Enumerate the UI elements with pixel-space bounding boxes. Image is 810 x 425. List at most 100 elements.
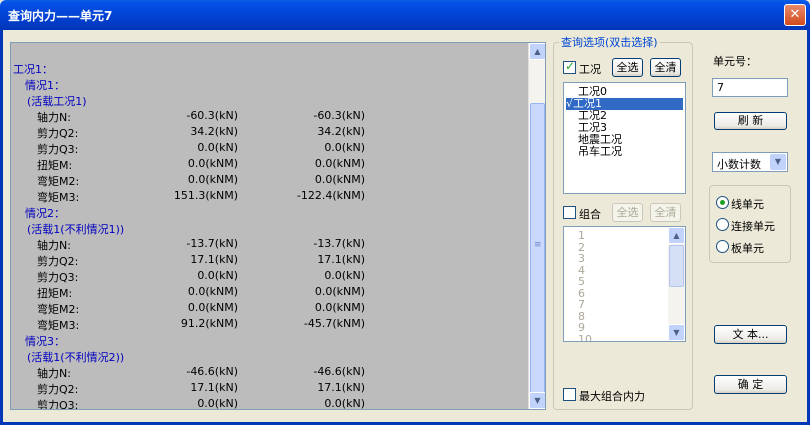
result-row: 弯矩M3: 91.2(kNM) -45.7(kNM) bbox=[11, 317, 530, 333]
result-row-value-start: 0.0(kNM) bbox=[187, 157, 238, 170]
result-row-label: 剪力Q2: bbox=[37, 255, 79, 268]
element-no-label: 单元号： bbox=[713, 55, 757, 68]
result-row: 剪力Q3: 0.0(kN) 0.0(kN) bbox=[11, 397, 530, 409]
text-button[interactable]: 文 本... bbox=[714, 325, 787, 344]
combo-listbox[interactable]: ▲ ▼ 1 2 3 4 5 6 7 8 9 10 bbox=[563, 226, 686, 342]
element-type-label: 连接单元 bbox=[731, 220, 775, 233]
result-row-value-end: -122.4(kNM) bbox=[296, 189, 365, 202]
result-row: 轴力N: -46.6(kN) -46.6(kN) bbox=[11, 365, 530, 381]
result-row-value-end: 0.0(kNM) bbox=[314, 301, 365, 314]
result-row-value-start: 0.0(kNM) bbox=[187, 173, 238, 186]
result-row-value-start: 17.1(kN) bbox=[190, 253, 238, 266]
result-row: 剪力Q2: 17.1(kN) 17.1(kN) bbox=[11, 253, 530, 269]
results-textarea[interactable]: 工况1： 情况1： (活载工况1) 轴力N: -60.3(kN) -60.3(kN) 剪力Q… bbox=[10, 42, 546, 410]
result-heading: (活载1(不利情况2)) bbox=[27, 351, 125, 364]
element-type-label: 板单元 bbox=[731, 242, 764, 255]
result-heading: 工况1： bbox=[13, 63, 53, 76]
result-row-label: 弯矩M2: bbox=[37, 303, 80, 316]
element-no-input[interactable]: 7 bbox=[712, 78, 788, 97]
max-combo-label: 最大组合内力 bbox=[579, 390, 645, 403]
result-row: 剪力Q3: 0.0(kN) 0.0(kN) bbox=[11, 269, 530, 285]
result-row-value-end: 0.0(kNM) bbox=[314, 173, 365, 186]
result-row: 剪力Q2: 17.1(kN) 17.1(kN) bbox=[11, 381, 530, 397]
result-row: 剪力Q3: 0.0(kN) 0.0(kN) bbox=[11, 141, 530, 157]
result-row-value-start: 0.0(kNM) bbox=[187, 285, 238, 298]
case-checkbox-label: 工况 bbox=[579, 63, 601, 76]
result-heading: (活载1(不利情况1)) bbox=[27, 223, 125, 236]
result-row-value-start: 17.1(kN) bbox=[190, 381, 238, 394]
result-row-value-start: 0.0(kN) bbox=[197, 269, 238, 282]
case-clear-all-button[interactable]: 全清 bbox=[650, 58, 681, 77]
query-options-label: 查询选项(双击选择) bbox=[559, 34, 660, 50]
result-row-value-start: 0.0(kN) bbox=[197, 397, 238, 409]
result-row-value-start: 151.3(kNM) bbox=[173, 189, 238, 202]
result-row-label: 剪力Q3: bbox=[37, 399, 79, 409]
refresh-button[interactable]: 刷 新 bbox=[714, 112, 787, 130]
result-row-value-end: 0.0(kN) bbox=[324, 141, 365, 154]
result-row: 弯矩M3: 151.3(kNM) -122.4(kNM) bbox=[11, 189, 530, 205]
result-row-label: 弯矩M3: bbox=[37, 191, 80, 204]
result-row: 扭矩M: 0.0(kNM) 0.0(kNM) bbox=[11, 285, 530, 301]
result-row-value-end: -45.7(kNM) bbox=[303, 317, 365, 330]
element-type-radio[interactable] bbox=[716, 240, 729, 253]
result-row-value-end: 17.1(kN) bbox=[317, 381, 365, 394]
window-title: 查询内力——单元7 bbox=[8, 9, 113, 23]
result-row-label: 轴力N: bbox=[37, 367, 71, 380]
case-select-all-button[interactable]: 全选 bbox=[612, 58, 643, 77]
element-no-value: 7 bbox=[717, 81, 724, 94]
result-row-value-start: 0.0(kN) bbox=[197, 141, 238, 154]
case-listbox[interactable]: 工况0 √工况1 工况2 工况3 地震工况 吊车工况 bbox=[563, 82, 686, 194]
combo-select-all-button[interactable]: 全选 bbox=[612, 203, 643, 222]
close-icon: ✕ bbox=[789, 7, 801, 22]
results-content: 工况1： 情况1： (活载工况1) 轴力N: -60.3(kN) -60.3(kN) 剪力Q… bbox=[11, 43, 530, 409]
element-type-label: 线单元 bbox=[731, 198, 764, 211]
results-vertical-scrollbar[interactable]: ▲ ≡ ▼ bbox=[528, 43, 545, 409]
scroll-down-icon[interactable]: ▼ bbox=[529, 392, 545, 409]
element-type-radio[interactable] bbox=[716, 218, 729, 231]
result-row-value-start: 0.0(kNM) bbox=[187, 301, 238, 314]
scroll-grip-icon: ≡ bbox=[534, 240, 542, 250]
element-type-radio[interactable] bbox=[716, 196, 729, 209]
result-row-label: 剪力Q3: bbox=[37, 271, 79, 284]
scroll-thumb[interactable]: ≡ bbox=[530, 103, 545, 395]
combo-list-scrollbar[interactable]: ▲ ▼ bbox=[668, 227, 685, 341]
result-row: 剪力Q2: 34.2(kN) 34.2(kN) bbox=[11, 125, 530, 141]
result-heading: 情况1： bbox=[25, 79, 65, 92]
result-row-label: 弯矩M3: bbox=[37, 319, 80, 332]
combo-clear-all-button[interactable]: 全清 bbox=[650, 203, 681, 222]
result-row-value-end: 0.0(kN) bbox=[324, 269, 365, 282]
combo-checkbox[interactable] bbox=[563, 206, 576, 219]
result-row-value-end: 0.0(kNM) bbox=[314, 285, 365, 298]
result-row: 轴力N: -13.7(kN) -13.7(kN) bbox=[11, 237, 530, 253]
result-row-value-end: 0.0(kN) bbox=[324, 397, 365, 409]
result-row-label: 扭矩M: bbox=[37, 287, 73, 300]
result-row-label: 剪力Q2: bbox=[37, 127, 79, 140]
combo-list-item[interactable]: 10 bbox=[578, 333, 592, 341]
chevron-down-icon[interactable]: ▼ bbox=[770, 154, 786, 170]
result-heading: (活载工况1) bbox=[27, 95, 87, 108]
case-checkbox[interactable] bbox=[563, 59, 576, 74]
result-row-value-end: -60.3(kN) bbox=[313, 109, 365, 122]
result-heading: 情况2： bbox=[25, 207, 65, 220]
result-row-label: 剪力Q3: bbox=[37, 143, 79, 156]
result-row-value-end: -46.6(kN) bbox=[313, 365, 365, 378]
result-row-value-start: -13.7(kN) bbox=[186, 237, 238, 250]
title-bar: 查询内力——单元7 ✕ bbox=[0, 0, 810, 30]
result-row-value-end: 34.2(kN) bbox=[317, 125, 365, 138]
result-row-value-end: 0.0(kNM) bbox=[314, 157, 365, 170]
precision-select[interactable]: 小数计数 ▼ bbox=[712, 152, 788, 172]
result-row-label: 轴力N: bbox=[37, 111, 71, 124]
close-button[interactable]: ✕ bbox=[784, 4, 806, 26]
combo-scroll-up-icon[interactable]: ▲ bbox=[668, 227, 685, 244]
result-row-label: 弯矩M2: bbox=[37, 175, 80, 188]
combo-scroll-thumb[interactable] bbox=[669, 245, 684, 287]
combo-checkbox-label: 组合 bbox=[579, 208, 601, 221]
ok-button[interactable]: 确 定 bbox=[714, 375, 787, 394]
result-row-label: 剪力Q2: bbox=[37, 383, 79, 396]
result-row-value-start: -60.3(kN) bbox=[186, 109, 238, 122]
max-combo-checkbox[interactable] bbox=[563, 388, 576, 401]
result-row-label: 扭矩M: bbox=[37, 159, 73, 172]
case-list-item[interactable]: 吊车工况 bbox=[578, 146, 622, 158]
combo-scroll-down-icon[interactable]: ▼ bbox=[668, 324, 685, 341]
scroll-up-icon[interactable]: ▲ bbox=[529, 43, 545, 60]
